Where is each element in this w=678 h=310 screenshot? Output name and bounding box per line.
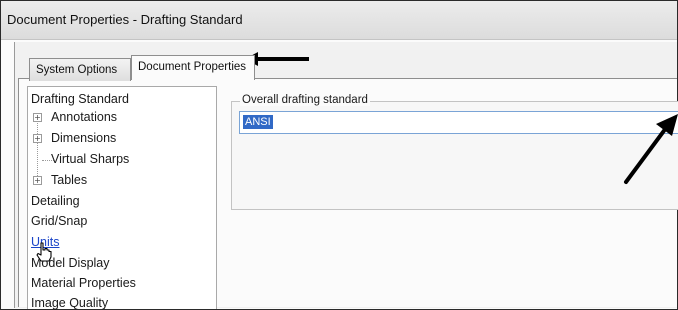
drafting-standard-select[interactable]: ANSI: [239, 111, 678, 134]
title-bar[interactable]: Document Properties - Drafting Standard: [1, 1, 677, 40]
tree-item-dimensions[interactable]: Dimensions: [51, 131, 116, 145]
tree-item-detailing[interactable]: Detailing: [31, 194, 80, 208]
tree-item-drafting-standard[interactable]: Drafting Standard: [31, 92, 129, 106]
drafting-standard-value: ANSI: [243, 115, 273, 129]
hand-pointer-icon: [36, 242, 52, 262]
tab-label: Document Properties: [138, 61, 247, 73]
tab-document-properties[interactable]: Document Properties: [131, 55, 255, 80]
tree-item-annotations[interactable]: Annotations: [51, 110, 117, 124]
tree-guide-line: [37, 114, 38, 182]
tree-item-image-quality[interactable]: Image Quality: [31, 296, 108, 310]
plus-expander-icon[interactable]: +: [33, 134, 42, 143]
overall-drafting-standard-label: Overall drafting standard: [240, 94, 370, 106]
diagonal-arrow-annotation-icon: [624, 114, 678, 184]
tab-system-options[interactable]: System Options: [29, 58, 131, 81]
tree-item-tables[interactable]: Tables: [51, 173, 87, 187]
tree-item-material-properties[interactable]: Material Properties: [31, 276, 136, 290]
tab-label: System Options: [36, 64, 118, 76]
plus-expander-icon[interactable]: +: [33, 113, 42, 122]
plus-expander-icon[interactable]: +: [33, 176, 42, 185]
window-title: Document Properties - Drafting Standard: [7, 12, 243, 27]
tree-item-grid-snap[interactable]: Grid/Snap: [31, 214, 87, 228]
tree-item-virtual-sharps[interactable]: Virtual Sharps: [51, 152, 129, 166]
